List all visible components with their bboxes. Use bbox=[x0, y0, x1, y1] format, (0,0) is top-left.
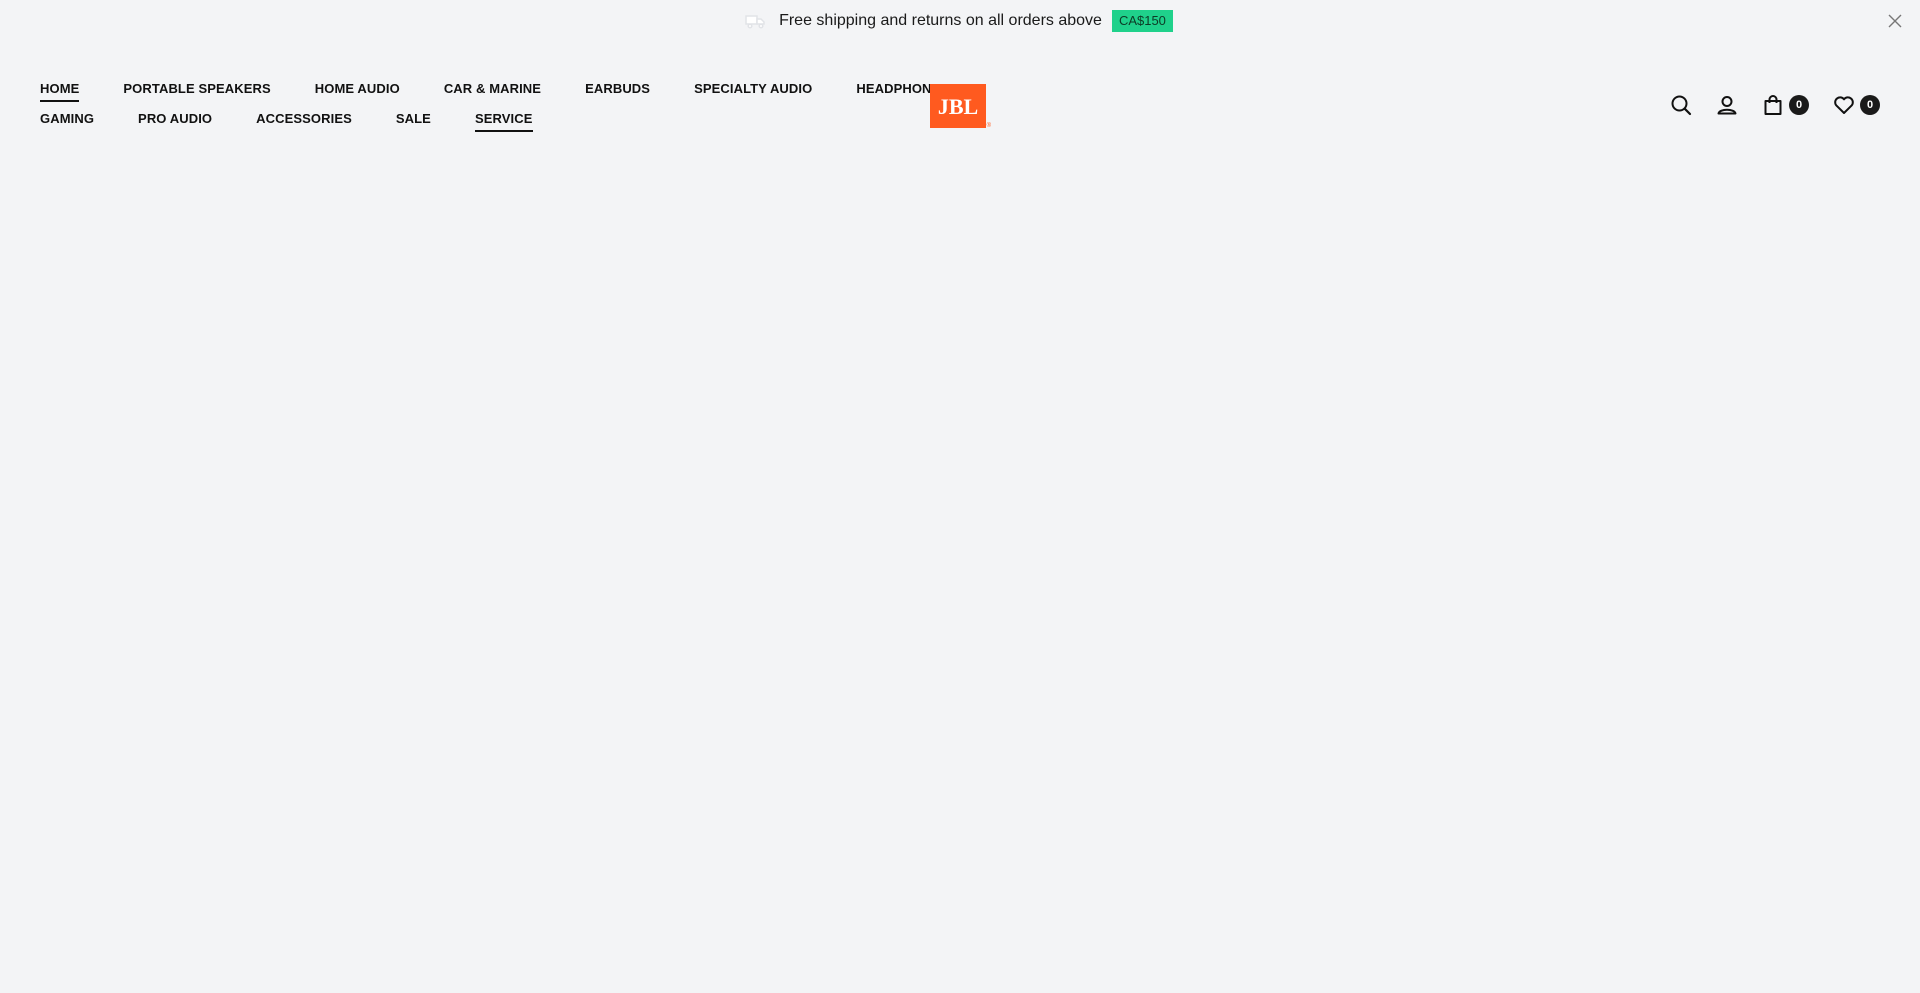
nav-row-1: HOME PORTABLE SPEAKERS HOME AUDIO CAR & … bbox=[40, 79, 949, 103]
search-icon[interactable] bbox=[1670, 94, 1692, 116]
wishlist-button[interactable]: 0 bbox=[1833, 94, 1880, 116]
heart-icon[interactable] bbox=[1833, 94, 1855, 116]
truck-icon bbox=[745, 13, 767, 29]
cart-button[interactable]: 0 bbox=[1762, 94, 1809, 116]
jbl-logo[interactable]: JBL ® bbox=[930, 84, 991, 129]
nav-item-sale[interactable]: SALE bbox=[396, 111, 431, 132]
announcement-text: Free shipping and returns on all orders … bbox=[779, 11, 1102, 29]
wishlist-count-badge: 0 bbox=[1860, 95, 1880, 115]
account-icon[interactable] bbox=[1716, 94, 1738, 116]
cart-icon[interactable] bbox=[1762, 94, 1784, 116]
main-navigation: HOME PORTABLE SPEAKERS HOME AUDIO CAR & … bbox=[40, 79, 949, 139]
nav-item-accessories[interactable]: ACCESSORIES bbox=[256, 111, 352, 132]
nav-item-car-marine[interactable]: CAR & MARINE bbox=[444, 81, 541, 102]
nav-item-home[interactable]: HOME bbox=[40, 81, 80, 102]
nav-item-portable-speakers[interactable]: PORTABLE SPEAKERS bbox=[123, 81, 270, 102]
nav-item-gaming[interactable]: GAMING bbox=[40, 111, 94, 132]
nav-row-2: GAMING PRO AUDIO ACCESSORIES SALE SERVIC… bbox=[40, 109, 900, 133]
nav-item-earbuds[interactable]: EARBUDS bbox=[585, 81, 650, 102]
nav-item-specialty-audio[interactable]: SPECIALTY AUDIO bbox=[694, 81, 812, 102]
close-icon[interactable] bbox=[1886, 12, 1904, 30]
cart-count-badge: 0 bbox=[1789, 95, 1809, 115]
announcement-bar: Free shipping and returns on all orders … bbox=[0, 0, 1920, 41]
logo-registered-mark: ® bbox=[986, 123, 991, 129]
nav-item-pro-audio[interactable]: PRO AUDIO bbox=[138, 111, 212, 132]
nav-item-service[interactable]: SERVICE bbox=[474, 111, 533, 132]
header-tools: 0 0 bbox=[1670, 94, 1880, 116]
logo-text: JBL bbox=[938, 94, 978, 119]
shipping-threshold-badge: CA$150 bbox=[1111, 9, 1173, 32]
nav-item-home-audio[interactable]: HOME AUDIO bbox=[315, 81, 400, 102]
